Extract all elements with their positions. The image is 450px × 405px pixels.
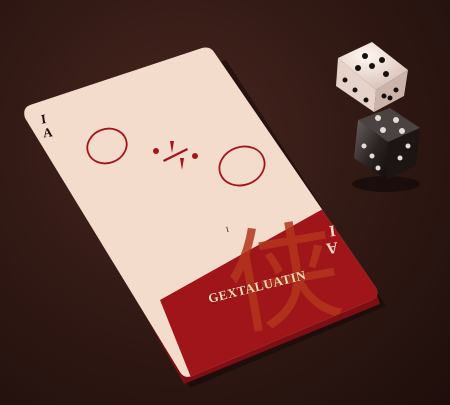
corner-right-letter: A (325, 238, 339, 257)
tabletop-scene: 侠 I A I A I GEXTALUATIN (0, 0, 450, 405)
corner-top-letter: A (41, 124, 54, 141)
black-die (352, 108, 420, 192)
corner-right-rank: I (327, 221, 337, 240)
white-die (336, 42, 408, 112)
scene-artwork: 侠 (24, 42, 420, 388)
